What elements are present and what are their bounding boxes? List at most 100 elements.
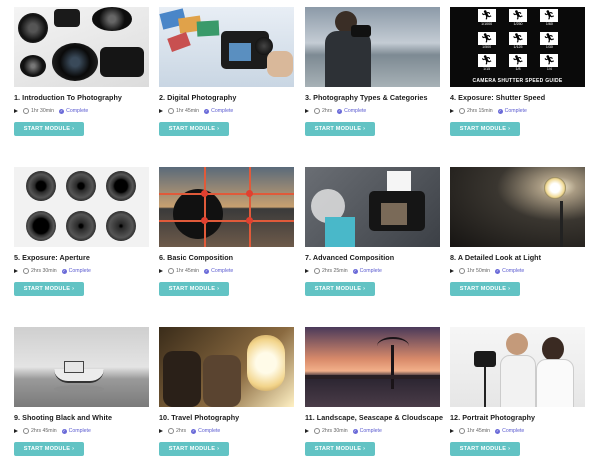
running-figure-icon: 🏃︎ [540, 31, 559, 45]
start-module-button[interactable]: START MODULE › [159, 122, 229, 136]
shutter-speed-cell: 🏃︎ 1/60 [537, 9, 562, 30]
module-duration: 1hr 30min [31, 108, 55, 114]
module-status: Complete [502, 268, 525, 274]
start-module-button[interactable]: START MODULE › [14, 282, 84, 296]
module-duration: 2hrs 30min [31, 268, 57, 274]
play-icon[interactable] [159, 429, 163, 433]
clock-icon [314, 428, 320, 434]
module-status: Complete [66, 108, 89, 114]
running-figure-icon: 🏃︎ [508, 54, 527, 68]
play-icon[interactable] [305, 429, 309, 433]
module-duration: 2hrs 45min [31, 428, 57, 434]
module-title: 4. Exposure: Shutter Speed [450, 93, 546, 102]
photographer-beach-image[interactable] [305, 7, 440, 87]
module-card: 7. Advanced Composition 2hrs 25min ✓ Com… [305, 167, 440, 296]
chevron-right-icon: › [72, 446, 75, 452]
module-status: Complete [359, 268, 382, 274]
module-status: Complete [504, 108, 527, 114]
module-card: 3. Photography Types & Categories 2hrs ✓… [305, 7, 440, 136]
module-meta: 2hrs 30min ✓ Complete [14, 267, 91, 275]
play-icon[interactable] [14, 429, 18, 433]
shutter-speed-label: 1/60 [545, 22, 553, 26]
module-title: 8. A Detailed Look at Light [450, 253, 542, 262]
start-module-button[interactable]: START MODULE › [14, 442, 84, 456]
module-duration: 2hrs 30min [322, 428, 348, 434]
shutter-guide-caption: CAMERA SHUTTER SPEED GUIDE [472, 78, 563, 84]
module-title: 10. Travel Photography [159, 413, 240, 422]
module-title: 6. Basic Composition [159, 253, 234, 262]
module-duration: 2hrs 15min [467, 108, 493, 114]
module-title: 9. Shooting Black and White [14, 413, 112, 422]
start-module-button[interactable]: START MODULE › [450, 122, 520, 136]
start-module-button[interactable]: START MODULE › [305, 122, 375, 136]
shutter-speed-label: 1/125 [513, 44, 523, 49]
chevron-right-icon: › [217, 286, 220, 292]
play-icon[interactable] [159, 109, 163, 113]
chevron-right-icon: › [508, 126, 511, 132]
play-icon[interactable] [305, 269, 309, 273]
start-module-button[interactable]: START MODULE › [450, 442, 520, 456]
play-icon[interactable] [14, 269, 18, 273]
start-module-label: START MODULE [314, 286, 362, 292]
module-card: 8. A Detailed Look at Light 1hr 50min ✓ … [450, 167, 585, 296]
play-icon[interactable] [450, 429, 454, 433]
chevron-right-icon: › [217, 126, 220, 132]
module-duration: 2hrs [176, 428, 187, 434]
module-card: 2. Digital Photography 1hr 45min ✓ Compl… [159, 7, 294, 136]
module-duration: 2hrs 25min [322, 268, 348, 274]
play-icon[interactable] [305, 109, 309, 113]
module-title: 12. Portrait Photography [450, 413, 536, 422]
shutter-speed-cell: 🏃︎ 1/8 [505, 54, 530, 75]
start-module-button[interactable]: START MODULE › [450, 282, 520, 296]
studio-camera-image[interactable] [305, 167, 440, 247]
play-icon[interactable] [450, 109, 454, 113]
shutter-speed-label: 1/1000 [481, 22, 493, 26]
module-meta: 2hrs ✓ Complete [159, 427, 220, 435]
shutter-speed-cell: 🏃︎ 1/15 [474, 54, 499, 75]
start-module-button[interactable]: START MODULE › [159, 282, 229, 296]
shutter-speed-label: 1/500 [482, 44, 492, 49]
start-module-label: START MODULE [168, 446, 216, 452]
module-meta: 1hr 45min ✓ Complete [159, 267, 233, 275]
start-module-button[interactable]: START MODULE › [14, 122, 84, 136]
studio-light-image[interactable] [450, 167, 585, 247]
module-meta: 2hrs 30min ✓ Complete [305, 427, 382, 435]
play-icon[interactable] [14, 109, 18, 113]
chevron-right-icon: › [72, 126, 75, 132]
aperture-lenses-image[interactable] [14, 167, 149, 247]
module-card: 1. Introduction To Photography 1hr 30min… [14, 7, 149, 136]
play-icon[interactable] [450, 269, 454, 273]
shutter-speed-label: 1/30 [545, 44, 553, 49]
digital-camera-photos-image[interactable] [159, 7, 294, 87]
sunset-tree-image[interactable] [305, 327, 440, 407]
check-icon: ✓ [495, 428, 501, 434]
module-title: 3. Photography Types & Categories [305, 93, 428, 102]
start-module-button[interactable]: START MODULE › [305, 442, 375, 456]
shutter-speed-cell: 🏃︎ 1/250 [505, 9, 530, 30]
module-meta: 2hrs ✓ Complete [305, 107, 366, 115]
start-module-label: START MODULE [459, 446, 507, 452]
start-module-label: START MODULE [168, 126, 216, 132]
airplane-window-image[interactable] [159, 327, 294, 407]
module-card: 5. Exposure: Aperture 2hrs 30min ✓ Compl… [14, 167, 149, 296]
rule-of-thirds-image[interactable] [159, 167, 294, 247]
clock-icon [459, 428, 465, 434]
shutter-speed-guide-image[interactable]: 🏃︎ 1/1000 🏃︎ 1/250 🏃︎ 1/60 🏃︎ 1/500 🏃︎ 1/125 🏃︎ 1/3… [450, 7, 585, 87]
module-meta: 1hr 45min ✓ Complete [450, 427, 524, 435]
clock-icon [168, 428, 174, 434]
shutter-speed-cell: 🏃︎ 1/30 [537, 31, 562, 53]
module-status: Complete [211, 108, 234, 114]
play-icon[interactable] [159, 269, 163, 273]
start-module-button[interactable]: START MODULE › [305, 282, 375, 296]
running-figure-icon: 🏃︎ [540, 54, 559, 68]
check-icon: ✓ [191, 428, 197, 434]
camera-gear-image[interactable] [14, 7, 149, 87]
clock-icon [459, 108, 465, 114]
portrait-couple-image[interactable] [450, 327, 585, 407]
bw-boat-image[interactable] [14, 327, 149, 407]
check-icon: ✓ [495, 268, 501, 274]
start-module-button[interactable]: START MODULE › [159, 442, 229, 456]
clock-icon [168, 108, 174, 114]
clock-icon [314, 108, 320, 114]
start-module-label: START MODULE [314, 126, 362, 132]
